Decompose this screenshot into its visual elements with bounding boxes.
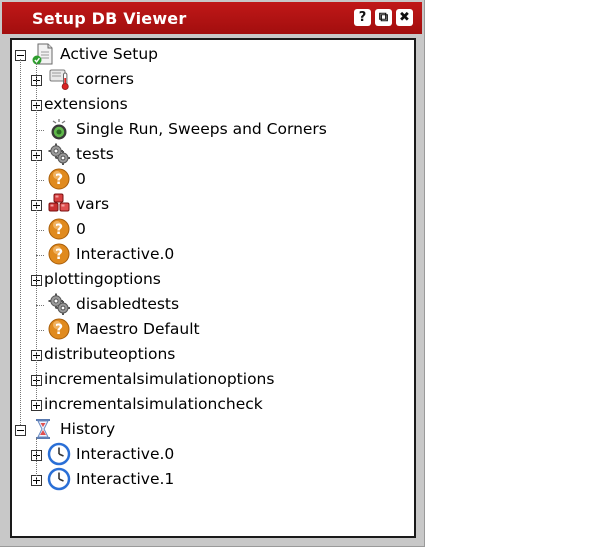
close-button[interactable]: ✖	[396, 9, 413, 26]
tree-node-active-setup-label: Active Setup	[60, 45, 158, 63]
thermometer-icon	[47, 67, 71, 91]
help-button[interactable]: ?	[354, 9, 371, 26]
question-icon: ?	[47, 217, 71, 241]
clock-icon	[47, 467, 71, 491]
tree-node-single-run-sweeps-and-corners-label: Single Run, Sweeps and Corners	[76, 120, 327, 138]
tree-node-maestro-default[interactable]: ? Maestro Default	[12, 317, 412, 342]
tree-guide-line	[36, 438, 37, 480]
tree-node-0[interactable]: ? 0	[12, 217, 412, 242]
tree-node-interactive-0[interactable]: ? Interactive.0	[12, 242, 412, 267]
tree-node-distributeoptions-label: distributeoptions	[44, 345, 176, 363]
float-window-button[interactable]: ⧉	[375, 9, 392, 26]
tree-node-active-setup[interactable]: Active Setup	[12, 42, 412, 67]
hourglass-icon	[31, 417, 55, 441]
tree-node-corners-label: corners	[76, 70, 134, 88]
setup-db-viewer-panel: Setup DB Viewer ? ⧉ ✖ Active Setup corner…	[0, 0, 425, 547]
tree-node-extensions[interactable]: extensions	[12, 92, 412, 117]
setup-tree-view[interactable]: Active Setup corners extensions Single Run,…	[10, 38, 416, 538]
tree-node-incrementalsimulationoptions-label: incrementalsimulationoptions	[44, 370, 275, 388]
tree-node-plottingoptions-label: plottingoptions	[44, 270, 161, 288]
tree-node-history-interactive-1[interactable]: Interactive.1	[12, 467, 412, 492]
tree-node-incrementalsimulationcheck[interactable]: incrementalsimulationcheck	[12, 392, 412, 417]
tree-connector	[36, 230, 44, 231]
tree-node-tests-label: tests	[76, 145, 114, 163]
tree-node-tests[interactable]: tests	[12, 142, 412, 167]
tree-node-disabledtests-label: disabledtests	[76, 295, 180, 313]
tree-node-vars[interactable]: vars	[12, 192, 412, 217]
tree-connector	[36, 255, 44, 256]
svg-text:?: ?	[55, 172, 63, 188]
question-icon: ?	[47, 167, 71, 191]
window-title: Setup DB Viewer	[32, 9, 187, 28]
tree-node-interactive-0-label: Interactive.0	[76, 245, 175, 263]
tree-node-disabledtests[interactable]: disabledtests	[12, 292, 412, 317]
tree-guide-line	[36, 63, 37, 405]
svg-text:?: ?	[55, 322, 63, 338]
tree-node-maestro-default-label: Maestro Default	[76, 320, 200, 338]
tree-connector	[36, 305, 44, 306]
tree-node-plottingoptions[interactable]: plottingoptions	[12, 267, 412, 292]
tree-guide-line	[20, 59, 21, 425]
tree-node-vars-label: vars	[76, 195, 110, 213]
tree-node-corners[interactable]: corners	[12, 67, 412, 92]
clock-icon	[47, 442, 71, 466]
tree-node-history-interactive-0-label: Interactive.0	[76, 445, 175, 463]
tree-node-0-label: 0	[76, 220, 86, 238]
tree-node-history-interactive-1-label: Interactive.1	[76, 470, 175, 488]
tree-connector	[36, 330, 44, 331]
tree-node-incrementalsimulationoptions[interactable]: incrementalsimulationoptions	[12, 367, 412, 392]
title-bar[interactable]: Setup DB Viewer ? ⧉ ✖	[2, 2, 422, 34]
question-icon: ?	[47, 242, 71, 266]
tree-node-extensions-label: extensions	[44, 95, 128, 113]
document-setup-icon	[31, 42, 55, 66]
question-icon: ?	[47, 317, 71, 341]
collapse-toggle-icon[interactable]	[15, 425, 26, 436]
run-target-icon	[47, 117, 71, 141]
tree-node-0[interactable]: ? 0	[12, 167, 412, 192]
tree-connector	[36, 180, 44, 181]
tree-connector	[36, 130, 44, 131]
gears-icon	[47, 142, 71, 166]
tree-node-0-label: 0	[76, 170, 86, 188]
tree-node-single-run-sweeps-and-corners[interactable]: Single Run, Sweeps and Corners	[12, 117, 412, 142]
tree-node-distributeoptions[interactable]: distributeoptions	[12, 342, 412, 367]
tree-node-incrementalsimulationcheck-label: incrementalsimulationcheck	[44, 395, 263, 413]
tree-node-history[interactable]: History	[12, 417, 412, 442]
tree-node-history-interactive-0[interactable]: Interactive.0	[12, 442, 412, 467]
svg-text:?: ?	[55, 247, 63, 263]
svg-text:?: ?	[55, 222, 63, 238]
tree-node-history-label: History	[60, 420, 116, 438]
tree: Active Setup corners extensions Single Run,…	[12, 40, 414, 536]
vars-cubes-icon	[47, 192, 71, 216]
gears-icon	[47, 292, 71, 316]
